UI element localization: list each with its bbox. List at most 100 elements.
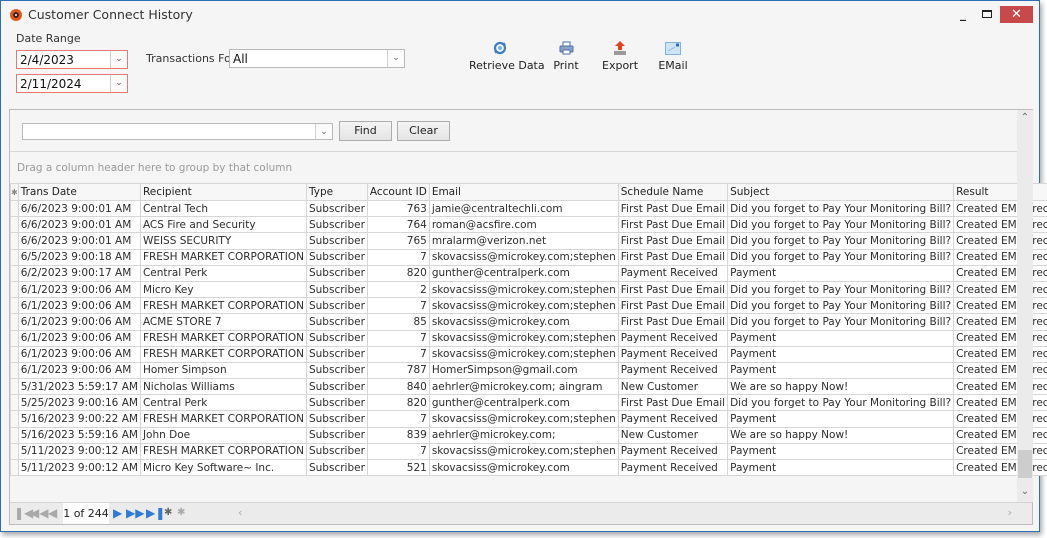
cell-type[interactable]: Subscriber (305, 232, 368, 250)
cell-schedule-name[interactable]: First Past Due Email (617, 394, 729, 412)
cell-subject[interactable]: Payment (727, 458, 955, 477)
row-indicator[interactable] (10, 378, 19, 396)
table-row[interactable]: 6/1/2023 9:00:06 AM FRESH MARKET CORPORAT… (10, 297, 1047, 315)
cell-trans-date[interactable]: 6/2/2023 9:00:17 AM (17, 264, 141, 282)
cell-account-id[interactable]: 2 (366, 280, 430, 299)
chevron-down-icon[interactable]: ⌄ (110, 51, 127, 68)
cell-type[interactable]: Subscriber (305, 361, 368, 380)
retrieve-data-button[interactable]: Retrieve Data (469, 39, 545, 72)
cell-schedule-name[interactable]: First Past Due Email (617, 232, 729, 250)
table-row[interactable]: 6/6/2023 9:00:01 AM Central Tech Subscribe… (10, 199, 1047, 218)
cell-email[interactable]: roman@acsfire.com (428, 216, 619, 234)
cell-email[interactable]: skovacsiss@microkey.com;stephen (428, 248, 619, 266)
cell-recipient[interactable]: ACME STORE 7 (139, 313, 307, 331)
chevron-down-icon[interactable]: ⌄ (387, 50, 404, 67)
column-header-email[interactable]: Email (428, 183, 619, 201)
row-indicator[interactable] (10, 426, 19, 444)
cell-subject[interactable]: Payment (727, 442, 955, 461)
cell-recipient[interactable]: FRESH MARKET CORPORATION (139, 329, 307, 347)
cell-trans-date[interactable]: 6/6/2023 9:00:01 AM (17, 199, 141, 218)
cell-schedule-name[interactable]: New Customer (617, 378, 729, 396)
cell-type[interactable]: Subscriber (305, 378, 368, 396)
row-indicator[interactable] (10, 313, 19, 331)
cell-recipient[interactable]: FRESH MARKET CORPORATION (139, 345, 307, 363)
cell-email[interactable]: aehrler@microkey.com; aingram (428, 378, 619, 396)
table-row[interactable]: 6/1/2023 9:00:06 AM Micro Key Subscriber 2 s… (10, 280, 1047, 299)
cell-type[interactable]: Subscriber (305, 345, 368, 363)
cell-schedule-name[interactable]: Payment Received (617, 264, 729, 282)
cell-type[interactable]: Subscriber (305, 442, 368, 461)
cell-trans-date[interactable]: 5/25/2023 9:00:16 AM (17, 394, 141, 412)
row-indicator[interactable] (10, 345, 19, 363)
cell-recipient[interactable]: Micro Key Software~ Inc. (139, 458, 307, 477)
cell-type[interactable]: Subscriber (305, 280, 368, 299)
scroll-left-icon[interactable]: ‹ (238, 506, 242, 519)
cell-trans-date[interactable]: 6/1/2023 9:00:06 AM (17, 361, 141, 380)
cell-recipient[interactable]: Central Perk (139, 264, 307, 282)
cell-email[interactable]: aehrler@microkey.com; (428, 426, 619, 444)
cell-email[interactable]: HomerSimpson@gmail.com (428, 361, 619, 380)
cell-account-id[interactable]: 7 (366, 345, 430, 363)
cell-trans-date[interactable]: 6/1/2023 9:00:06 AM (17, 313, 141, 331)
cell-schedule-name[interactable]: Payment Received (617, 345, 729, 363)
table-row[interactable]: 5/31/2023 5:59:17 AM Nicholas Williams Sub… (10, 378, 1047, 396)
append-record-icon[interactable]: ✱ (164, 507, 172, 518)
cell-subject[interactable]: Payment (727, 361, 955, 380)
table-row[interactable]: 6/6/2023 9:00:01 AM ACS Fire and Security… (10, 216, 1047, 234)
table-row[interactable]: 5/11/2023 9:00:12 AM Micro Key Software~ … (10, 458, 1047, 477)
cell-schedule-name[interactable]: New Customer (617, 426, 729, 444)
cell-email[interactable]: skovacsiss@microkey.com;stephen (428, 280, 619, 299)
cell-account-id[interactable]: 763 (366, 199, 430, 218)
cell-account-id[interactable]: 839 (366, 426, 430, 444)
row-indicator[interactable] (10, 264, 19, 282)
scroll-down-icon[interactable]: ⌄ (1017, 486, 1033, 502)
cell-recipient[interactable]: Homer Simpson (139, 361, 307, 380)
table-row[interactable]: 5/25/2023 9:00:16 AM Central Perk Subscrib… (10, 394, 1047, 412)
cell-account-id[interactable]: 820 (366, 264, 430, 282)
table-row[interactable]: 5/11/2023 9:00:12 AM FRESH MARKET CORPORA… (10, 442, 1047, 461)
cell-account-id[interactable]: 765 (366, 232, 430, 250)
cell-account-id[interactable]: 840 (366, 378, 430, 396)
minimize-button[interactable]: _ (951, 7, 975, 24)
cell-account-id[interactable]: 7 (366, 442, 430, 461)
next-page-icon[interactable]: ▶ (113, 506, 122, 520)
cell-email[interactable]: skovacsiss@microkey.com;stephen (428, 297, 619, 315)
cell-email[interactable]: mralarm@verizon.net (428, 232, 619, 250)
cell-account-id[interactable]: 85 (366, 313, 430, 331)
cell-recipient[interactable]: WEISS SECURITY (139, 232, 307, 250)
cell-subject[interactable]: Payment (727, 329, 955, 347)
find-input[interactable]: ⌄ (22, 123, 333, 140)
row-indicator[interactable] (10, 361, 19, 380)
vertical-scrollbar[interactable]: ⌃ ⌄ (1017, 110, 1033, 502)
cell-type[interactable]: Subscriber (305, 297, 368, 315)
cell-type[interactable]: Subscriber (305, 216, 368, 234)
cell-subject[interactable]: Did you forget to Pay Your Monitoring Bi… (727, 199, 955, 218)
cell-account-id[interactable]: 7 (366, 410, 430, 428)
table-row[interactable]: 5/16/2023 9:00:22 AM FRESH MARKET CORPORA… (10, 410, 1047, 428)
column-header-schedule-name[interactable]: Schedule Name (617, 183, 729, 201)
row-indicator[interactable] (10, 280, 19, 299)
cell-subject[interactable]: Did you forget to Pay Your Monitoring Bi… (727, 280, 955, 299)
cell-email[interactable]: skovacsiss@microkey.com;stephen (428, 410, 619, 428)
cell-schedule-name[interactable]: Payment Received (617, 458, 729, 477)
scroll-up-icon[interactable]: ⌃ (1017, 112, 1033, 128)
row-indicator[interactable] (10, 216, 19, 234)
row-indicator[interactable] (10, 410, 19, 428)
cell-type[interactable]: Subscriber (305, 426, 368, 444)
cell-trans-date[interactable]: 6/1/2023 9:00:06 AM (17, 345, 141, 363)
cell-trans-date[interactable]: 6/5/2023 9:00:18 AM (17, 248, 141, 266)
table-row[interactable]: 6/2/2023 9:00:17 AM Central Perk Subscribe… (10, 264, 1047, 282)
cell-account-id[interactable]: 7 (366, 248, 430, 266)
cell-account-id[interactable]: 7 (366, 297, 430, 315)
cell-trans-date[interactable]: 6/6/2023 9:00:01 AM (17, 232, 141, 250)
cell-schedule-name[interactable]: First Past Due Email (617, 280, 729, 299)
cell-schedule-name[interactable]: Payment Received (617, 442, 729, 461)
cell-type[interactable]: Subscriber (305, 458, 368, 477)
row-indicator-header[interactable]: ✱ (10, 183, 19, 201)
cell-email[interactable]: gunther@centralperk.com (428, 264, 619, 282)
previous-page-group-icon[interactable]: ◀◀ (30, 506, 48, 520)
table-row[interactable]: 6/1/2023 9:00:06 AM Homer Simpson Subscrib… (10, 361, 1047, 380)
cell-email[interactable]: skovacsiss@microkey.com (428, 313, 619, 331)
cell-schedule-name[interactable]: First Past Due Email (617, 297, 729, 315)
row-indicator[interactable] (10, 232, 19, 250)
